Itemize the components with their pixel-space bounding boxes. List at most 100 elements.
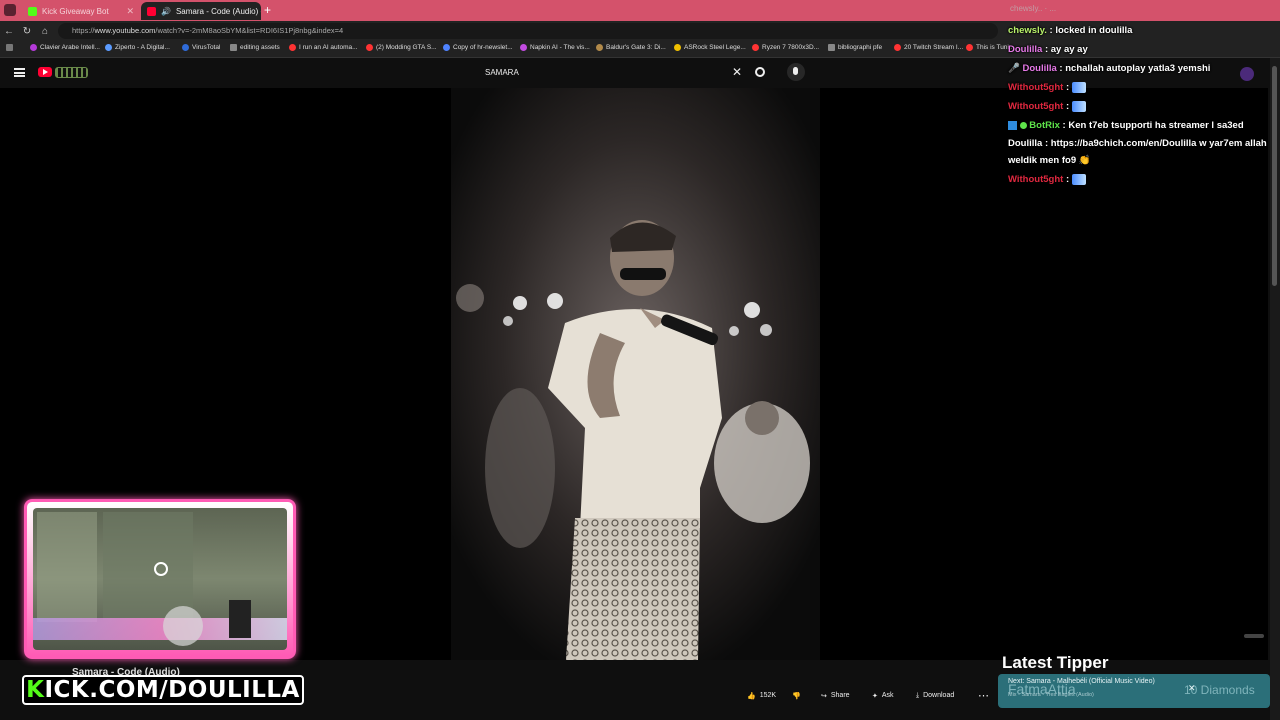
reload-icon[interactable]: ↻: [18, 26, 36, 37]
verified-badge-icon: [1019, 121, 1027, 129]
chat-text: locked in doulilla: [1055, 25, 1133, 36]
bookmark-item[interactable]: VirusTotal: [182, 44, 220, 51]
like-button[interactable]: 👍 152K: [747, 688, 776, 703]
bookmark-item[interactable]: (2) Modding GTA S...: [366, 44, 437, 51]
folder-icon: [230, 44, 237, 51]
download-icon: ⤓: [916, 691, 920, 699]
thumbs-up-icon: 👍: [747, 692, 756, 700]
more-actions-button[interactable]: ⋯: [978, 688, 989, 703]
url-scheme: https://: [72, 26, 95, 35]
chat-message: chewsly. : locked in doulilla: [1008, 25, 1133, 36]
kick-banner-text: ICK.COM/DOULILLA: [44, 677, 300, 703]
bookmark-item[interactable]: Clavier Arabe Intell...: [30, 44, 100, 51]
bookmark-icon: [752, 44, 759, 51]
latest-tipper-box: FatmaAttia 10 Diamonds Next: Samara - Ma…: [998, 674, 1270, 708]
bookmark-label: Ryzen 7 7800x3D...: [762, 44, 820, 51]
tab-kick-giveaway[interactable]: Kick Giveaway Bot ✕: [22, 2, 140, 20]
tab-title: Kick Giveaway Bot: [42, 6, 109, 16]
webcam-feed: [33, 508, 287, 650]
emote-icon: [1071, 100, 1086, 112]
dislike-button[interactable]: 👎: [792, 688, 801, 703]
youtube-logo-icon[interactable]: [38, 67, 52, 77]
share-label: Share: [830, 692, 850, 699]
bookmark-item[interactable]: Copy of hr-newslet...: [443, 44, 513, 51]
tab-title: Samara - Code (Audio) - YouT: [175, 6, 261, 16]
bookmark-icon: [674, 44, 681, 51]
clear-search-icon[interactable]: ✕: [732, 65, 742, 79]
bookmark-item[interactable]: ASRock Steel Lege...: [674, 44, 746, 51]
share-arrow-icon: ↪: [821, 692, 827, 700]
back-arrow-icon[interactable]: ←: [0, 26, 18, 37]
speaker-icon: 🔊: [161, 6, 171, 16]
video-watermark: [1244, 634, 1264, 638]
sparkle-icon: ✦: [872, 692, 878, 700]
stream-chat-overlay: chewsly. : locked in doulilla Doulilla :…: [1008, 22, 1270, 190]
new-tab-button[interactable]: +: [264, 3, 271, 17]
emote-icon: [1071, 173, 1086, 185]
bookmark-label: Copy of hr-newslet...: [453, 44, 513, 51]
chat-message: BotRix : Ken t7eb tsupporti ha streamer …: [1008, 120, 1267, 166]
kick-banner-prefix: K: [26, 677, 45, 703]
chat-text: nchallah autoplay yatla3 yemshi: [1065, 63, 1211, 74]
browser-menu-icon[interactable]: [4, 4, 16, 16]
url-domain: www.youtube.com: [94, 26, 156, 35]
like-count: 152K: [759, 692, 777, 699]
bookmark-item[interactable]: Napkin AI - The vis...: [520, 44, 590, 51]
bookmark-item[interactable]: bibliographi pfe: [828, 44, 882, 51]
bookmark-label: bibliographi pfe: [838, 44, 883, 51]
download-label: Download: [923, 692, 955, 699]
hamburger-menu-icon[interactable]: [14, 68, 25, 77]
up-next-label[interactable]: Next: Samara - Malhebéli (Official Music…: [1008, 678, 1155, 685]
webcam-frame: [24, 499, 296, 659]
bookmarks-apps-icon[interactable]: [6, 44, 13, 51]
bookmark-icon: [30, 44, 37, 51]
bookmark-label: VirusTotal: [192, 44, 221, 51]
bookmark-item[interactable]: Ryzen 7 7800x3D...: [752, 44, 819, 51]
bookmark-icon: [520, 44, 527, 51]
url-path: /watch?v=-2mM8aoSbYM&list=RDI6IS1Pj8nbg&…: [155, 26, 344, 35]
chat-username: Without5ght: [1008, 174, 1064, 185]
bookmark-icon: [894, 44, 901, 51]
chat-message: Without5ght :: [1008, 171, 1270, 189]
address-bar[interactable]: https://www.youtube.com/watch?v=-2mM8aoS…: [58, 23, 998, 39]
bookmark-label: Ziperto - A Digital...: [115, 44, 170, 51]
bookmark-item[interactable]: editing assets: [230, 44, 280, 51]
bookmark-item[interactable]: I run an AI automa...: [289, 44, 358, 51]
download-button[interactable]: ⤓ Download: [916, 688, 954, 703]
bookmark-icon: [966, 44, 973, 51]
bookmark-label: (2) Modding GTA S...: [376, 44, 437, 51]
bot-badge-icon: [1008, 120, 1017, 130]
chat-username: BotRix: [1029, 120, 1060, 131]
bookmark-label: Napkin AI - The vis...: [530, 44, 590, 51]
tab-youtube-samara[interactable]: 🔊 Samara - Code (Audio) - YouT ✕: [141, 2, 261, 20]
microphone-icon[interactable]: [787, 63, 805, 81]
thumbs-down-icon: 👎: [792, 692, 801, 700]
ask-button[interactable]: ✦ Ask: [872, 688, 894, 703]
up-next-sub: Mix - Samara - Tres Eagles (Audio): [1008, 692, 1094, 698]
chat-username: Without5ght: [1008, 82, 1064, 93]
chat-header-fragment: chewsly.. · ...: [1010, 4, 1057, 13]
kick-favicon-icon: [28, 6, 37, 16]
chat-message: 🎤 Doulilla : nchallah autoplay yatla3 ye…: [1008, 63, 1211, 74]
bookmark-label: I run an AI automa...: [299, 44, 358, 51]
bookmark-label: editing assets: [240, 44, 280, 51]
scrollbar-thumb[interactable]: [1272, 66, 1277, 286]
folder-icon: [828, 44, 835, 51]
chat-username: Doulilla: [1022, 63, 1057, 74]
bookmark-label: 20 Twitch Stream I...: [904, 44, 964, 51]
chat-username: chewsly.: [1008, 25, 1047, 36]
cursor-circle-icon: [154, 562, 168, 576]
bookmark-item[interactable]: Ziperto - A Digital...: [105, 44, 170, 51]
dismiss-next-icon[interactable]: ✕: [1188, 683, 1196, 694]
search-icon[interactable]: [755, 67, 765, 77]
search-input[interactable]: SAMARA: [478, 63, 748, 83]
home-icon[interactable]: ⌂: [36, 26, 54, 37]
share-button[interactable]: ↪ Share: [821, 688, 850, 703]
browser-tab-bar: Kick Giveaway Bot ✕ 🔊 Samara - Code (Aud…: [0, 0, 1280, 21]
ask-label: Ask: [881, 692, 894, 699]
bookmark-icon: [443, 44, 450, 51]
bookmark-item[interactable]: Baldur's Gate 3: Di...: [596, 44, 666, 51]
bookmark-item[interactable]: 20 Twitch Stream I...: [894, 44, 963, 51]
chat-username: Doulilla: [1008, 44, 1043, 55]
close-tab-icon[interactable]: ✕: [126, 6, 134, 17]
